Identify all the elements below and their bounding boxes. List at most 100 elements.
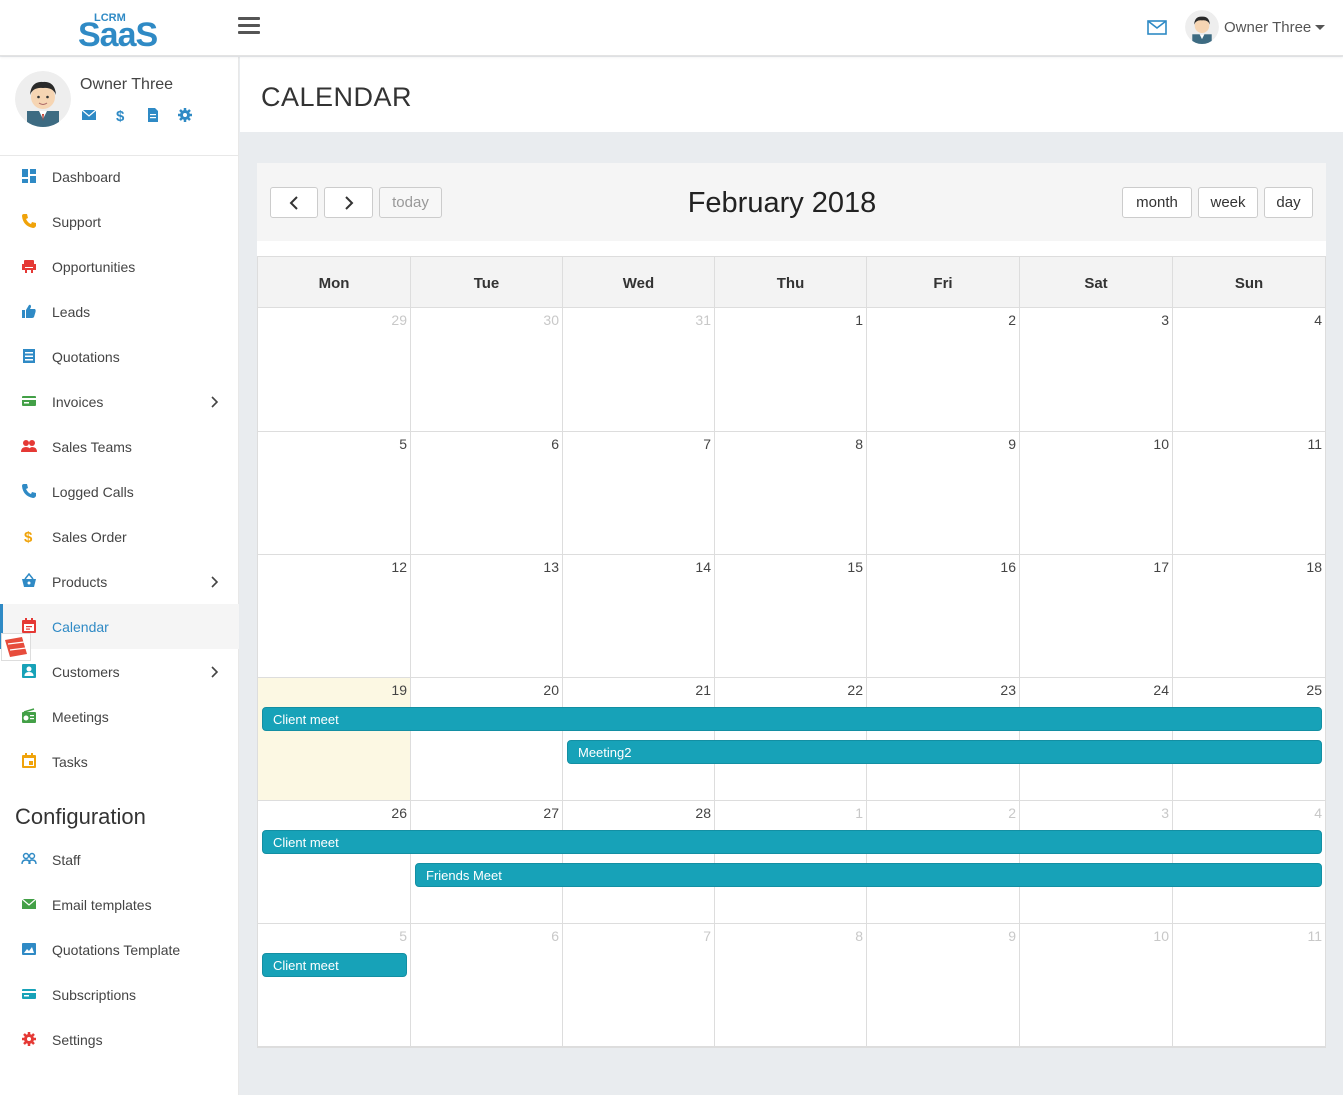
day-cell[interactable]: 11	[1173, 924, 1326, 1047]
day-number[interactable]: 6	[551, 436, 559, 452]
day-number[interactable]: 27	[543, 805, 559, 821]
dollar-icon[interactable]: $	[113, 107, 129, 125]
day-cell[interactable]: 26	[258, 801, 411, 924]
day-cell[interactable]: 2	[867, 308, 1020, 432]
week-view-button[interactable]: week	[1198, 187, 1258, 218]
calendar-event[interactable]: Client meet	[262, 830, 1322, 854]
day-number[interactable]: 16	[1000, 559, 1016, 575]
day-cell[interactable]: 30	[411, 308, 563, 432]
day-cell[interactable]: 9	[867, 924, 1020, 1047]
day-number[interactable]: 17	[1153, 559, 1169, 575]
sidebar-item-leads[interactable]: Leads	[0, 289, 239, 334]
day-cell[interactable]: 6	[411, 924, 563, 1047]
sidebar-item-calendar[interactable]: Calendar	[0, 604, 239, 649]
day-number[interactable]: 9	[1008, 436, 1016, 452]
day-cell[interactable]: 29	[258, 308, 411, 432]
sidebar-item-dashboard[interactable]: Dashboard	[0, 154, 239, 199]
day-cell[interactable]: 10	[1020, 432, 1173, 555]
day-number[interactable]: 31	[695, 312, 711, 328]
day-number[interactable]: 29	[391, 312, 407, 328]
day-number[interactable]: 7	[703, 928, 711, 944]
sidebar-item-meetings[interactable]: Meetings	[0, 694, 239, 739]
day-cell[interactable]: 20	[411, 678, 563, 801]
menu-toggle-icon[interactable]	[238, 17, 260, 37]
day-cell[interactable]: 14	[563, 555, 715, 678]
day-number[interactable]: 13	[543, 559, 559, 575]
day-number[interactable]: 9	[1008, 928, 1016, 944]
user-menu[interactable]: Owner Three	[1185, 8, 1326, 46]
document-icon[interactable]	[145, 107, 161, 123]
sidebar-item-settings[interactable]: Settings	[0, 1017, 239, 1062]
month-view-button[interactable]: month	[1122, 187, 1192, 218]
day-number[interactable]: 10	[1153, 928, 1169, 944]
sidebar-item-quotations-template[interactable]: Quotations Template	[0, 927, 239, 972]
day-number[interactable]: 3	[1161, 312, 1169, 328]
day-number[interactable]: 2	[1008, 312, 1016, 328]
day-number[interactable]: 7	[703, 436, 711, 452]
day-number[interactable]: 20	[543, 682, 559, 698]
saas-logo[interactable]: LCRM SaaS	[78, 8, 168, 54]
sidebar-item-quotations[interactable]: Quotations	[0, 334, 239, 379]
day-cell[interactable]: 8	[715, 432, 867, 555]
day-cell[interactable]: 7	[563, 924, 715, 1047]
day-cell[interactable]: 5	[258, 432, 411, 555]
sidebar-item-customers[interactable]: Customers	[0, 649, 239, 694]
calendar-event[interactable]: Client meet	[262, 953, 407, 977]
day-cell[interactable]: 10	[1020, 924, 1173, 1047]
day-number[interactable]: 6	[551, 928, 559, 944]
day-cell[interactable]: 9	[867, 432, 1020, 555]
day-number[interactable]: 3	[1161, 805, 1169, 821]
day-number[interactable]: 12	[391, 559, 407, 575]
day-cell[interactable]: 6	[411, 432, 563, 555]
day-number[interactable]: 11	[1307, 436, 1322, 452]
day-number[interactable]: 1	[855, 805, 863, 821]
day-number[interactable]: 28	[695, 805, 711, 821]
day-cell-today[interactable]: 19	[258, 678, 411, 801]
sidebar-item-staff[interactable]: Staff	[0, 837, 239, 882]
day-number[interactable]: 5	[399, 928, 407, 944]
sidebar-item-sales-order[interactable]: $ Sales Order	[0, 514, 239, 559]
sidebar-item-email-templates[interactable]: Email templates	[0, 882, 239, 927]
gear-icon[interactable]	[177, 107, 193, 123]
day-number[interactable]: 15	[847, 559, 863, 575]
day-number[interactable]: 14	[695, 559, 711, 575]
envelope-icon[interactable]	[81, 107, 97, 123]
day-number[interactable]: 4	[1314, 805, 1322, 821]
day-number[interactable]: 30	[543, 312, 559, 328]
day-number[interactable]: 24	[1153, 682, 1169, 698]
envelope-icon[interactable]	[1146, 17, 1168, 37]
calendar-event[interactable]: Friends Meet	[415, 863, 1322, 887]
calendar-event[interactable]: Meeting2	[567, 740, 1322, 764]
day-number[interactable]: 8	[855, 928, 863, 944]
day-number[interactable]: 21	[695, 682, 711, 698]
day-cell[interactable]: 12	[258, 555, 411, 678]
sidebar-item-logged-calls[interactable]: Logged Calls	[0, 469, 239, 514]
day-number[interactable]: 26	[391, 805, 407, 821]
day-cell[interactable]: 31	[563, 308, 715, 432]
calendar-event[interactable]: Client meet	[262, 707, 1322, 731]
day-number[interactable]: 2	[1008, 805, 1016, 821]
day-cell[interactable]: 7	[563, 432, 715, 555]
day-cell[interactable]: 8	[715, 924, 867, 1047]
day-number[interactable]: 8	[855, 436, 863, 452]
day-cell[interactable]: 13	[411, 555, 563, 678]
day-number[interactable]: 4	[1314, 312, 1322, 328]
day-number[interactable]: 5	[399, 436, 407, 452]
day-cell[interactable]: 5	[258, 924, 411, 1047]
day-number[interactable]: 18	[1306, 559, 1322, 575]
day-cell[interactable]: 18	[1173, 555, 1326, 678]
day-number[interactable]: 22	[847, 682, 863, 698]
day-cell[interactable]: 4	[1173, 308, 1326, 432]
avatar[interactable]	[15, 71, 71, 127]
sidebar-item-opportunities[interactable]: Opportunities	[0, 244, 239, 289]
sidebar-item-support[interactable]: Support	[0, 199, 239, 244]
day-number[interactable]: 1	[855, 312, 863, 328]
day-view-button[interactable]: day	[1264, 187, 1313, 218]
day-cell[interactable]: 1	[715, 308, 867, 432]
day-cell[interactable]: 11	[1173, 432, 1326, 555]
day-cell[interactable]: 17	[1020, 555, 1173, 678]
sidebar-item-tasks[interactable]: Tasks	[0, 739, 239, 784]
day-cell[interactable]: 3	[1020, 308, 1173, 432]
sidebar-item-subscriptions[interactable]: Subscriptions	[0, 972, 239, 1017]
sidebar-item-products[interactable]: Products	[0, 559, 239, 604]
